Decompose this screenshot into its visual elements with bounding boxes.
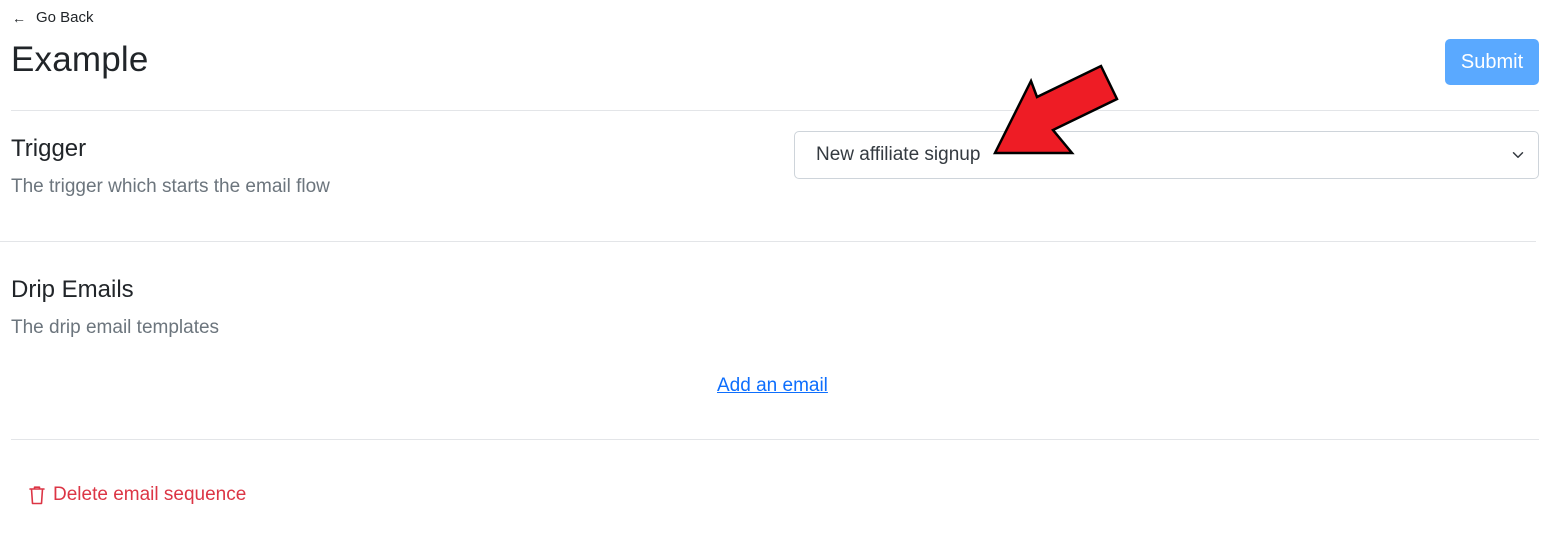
- email-sequence-page: ← Go Back Example Submit Trigger The tri…: [0, 0, 1547, 537]
- trash-icon: [29, 486, 45, 505]
- drip-section-description: The drip email templates: [11, 317, 220, 338]
- go-back-link[interactable]: ← Go Back: [12, 9, 94, 26]
- chevron-down-icon: [1512, 152, 1524, 158]
- red-arrow-annotation: [992, 64, 1119, 155]
- trigger-section-title: Trigger: [11, 135, 87, 162]
- trigger-select-value: New affiliate signup: [816, 144, 981, 165]
- trigger-divider: [0, 241, 1536, 242]
- go-back-label: Go Back: [36, 9, 94, 26]
- delete-sequence-label: Delete email sequence: [53, 484, 247, 505]
- arrow-left-icon: ←: [12, 9, 26, 26]
- drip-section-title: Drip Emails: [11, 276, 134, 303]
- delete-sequence-button[interactable]: Delete email sequence: [28, 484, 246, 506]
- drip-divider: [11, 439, 1539, 440]
- submit-button[interactable]: Submit: [1445, 39, 1539, 85]
- add-email-link[interactable]: Add an email: [717, 375, 828, 397]
- trigger-select[interactable]: New affiliate signup: [794, 131, 1539, 179]
- trigger-section-description: The trigger which starts the email flow: [11, 176, 330, 197]
- page-title: Example: [11, 40, 149, 79]
- header-divider: [11, 110, 1539, 111]
